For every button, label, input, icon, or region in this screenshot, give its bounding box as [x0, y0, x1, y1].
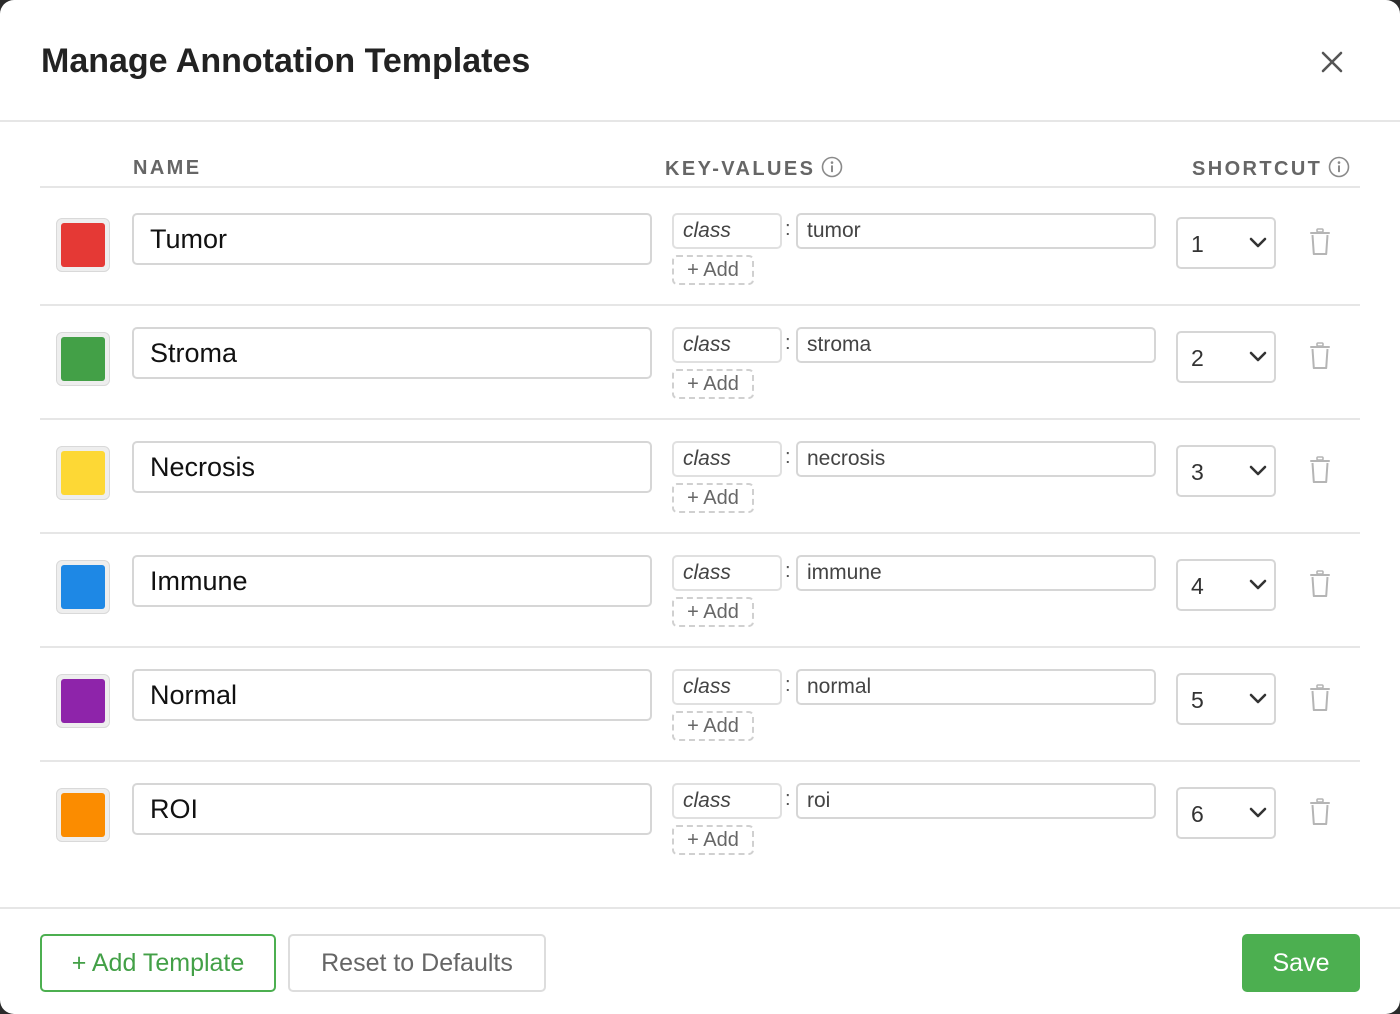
kv-value-input[interactable]	[796, 327, 1156, 363]
template-row: : + Add 6	[40, 762, 1360, 876]
color-swatch-fill	[61, 565, 105, 609]
shortcut-select[interactable]: 4	[1176, 559, 1276, 611]
template-name-input[interactable]	[132, 555, 652, 607]
add-key-value-button[interactable]: + Add	[672, 711, 754, 741]
shortcut-select[interactable]: 1	[1176, 217, 1276, 269]
shortcut-value: 5	[1191, 687, 1204, 713]
chevron-down-icon	[1249, 237, 1267, 248]
save-button[interactable]: Save	[1242, 934, 1360, 992]
column-header-shortcut-label: SHORTCUT	[1192, 158, 1323, 180]
add-key-value-button[interactable]: + Add	[672, 825, 754, 855]
kv-key-input[interactable]	[672, 669, 782, 705]
chevron-down-icon	[1249, 579, 1267, 590]
chevron-down-icon	[1249, 693, 1267, 704]
shortcut-value: 6	[1191, 801, 1204, 827]
add-template-button[interactable]: + Add Template	[40, 934, 276, 992]
shortcut-select[interactable]: 6	[1176, 787, 1276, 839]
trash-icon[interactable]	[1308, 342, 1332, 370]
kv-key-input[interactable]	[672, 327, 782, 363]
color-swatch[interactable]	[56, 560, 110, 614]
column-header-shortcut: SHORTCUT	[1192, 156, 1350, 181]
manage-templates-dialog: Manage Annotation Templates NAME KEY-VAL…	[0, 0, 1400, 1014]
column-header-key-values-label: KEY-VALUES	[665, 158, 816, 180]
color-swatch-fill	[61, 679, 105, 723]
template-name-input[interactable]	[132, 327, 652, 379]
dialog-title: Manage Annotation Templates	[41, 42, 531, 80]
reset-defaults-button[interactable]: Reset to Defaults	[288, 934, 546, 992]
shortcut-value: 1	[1191, 231, 1204, 257]
shortcut-select[interactable]: 2	[1176, 331, 1276, 383]
kv-key-input[interactable]	[672, 555, 782, 591]
kv-separator: :	[785, 674, 791, 696]
add-key-value-button[interactable]: + Add	[672, 597, 754, 627]
info-icon[interactable]	[1328, 156, 1350, 178]
trash-icon[interactable]	[1308, 684, 1332, 712]
kv-separator: :	[785, 788, 791, 810]
info-icon[interactable]	[821, 156, 843, 178]
kv-value-input[interactable]	[796, 213, 1156, 249]
color-swatch-fill	[61, 793, 105, 837]
kv-separator: :	[785, 446, 791, 468]
kv-key-input[interactable]	[672, 783, 782, 819]
shortcut-value: 4	[1191, 573, 1204, 599]
add-key-value-button[interactable]: + Add	[672, 369, 754, 399]
add-key-value-button[interactable]: + Add	[672, 255, 754, 285]
color-swatch[interactable]	[56, 788, 110, 842]
column-header-key-values: KEY-VALUES	[665, 156, 843, 181]
template-row: : + Add 1	[40, 192, 1360, 306]
color-swatch[interactable]	[56, 218, 110, 272]
trash-icon[interactable]	[1308, 456, 1332, 484]
color-swatch-fill	[61, 223, 105, 267]
table-header: NAME KEY-VALUES SHORTCUT	[40, 150, 1360, 188]
kv-key-input[interactable]	[672, 441, 782, 477]
kv-value-input[interactable]	[796, 783, 1156, 819]
template-name-input[interactable]	[132, 783, 652, 835]
color-swatch[interactable]	[56, 332, 110, 386]
dialog-header: Manage Annotation Templates	[0, 0, 1400, 122]
trash-icon[interactable]	[1308, 798, 1332, 826]
kv-value-input[interactable]	[796, 669, 1156, 705]
shortcut-select[interactable]: 5	[1176, 673, 1276, 725]
template-row: : + Add 4	[40, 534, 1360, 648]
template-row: : + Add 3	[40, 420, 1360, 534]
template-list: : + Add 1 : + Add 2 :	[40, 192, 1360, 876]
color-swatch[interactable]	[56, 674, 110, 728]
trash-icon[interactable]	[1308, 570, 1332, 598]
color-swatch[interactable]	[56, 446, 110, 500]
template-row: : + Add 5	[40, 648, 1360, 762]
column-header-name-label: NAME	[133, 157, 202, 179]
shortcut-value: 2	[1191, 345, 1204, 371]
template-name-input[interactable]	[132, 441, 652, 493]
kv-value-input[interactable]	[796, 555, 1156, 591]
template-name-input[interactable]	[132, 213, 652, 265]
kv-value-input[interactable]	[796, 441, 1156, 477]
kv-separator: :	[785, 332, 791, 354]
chevron-down-icon	[1249, 465, 1267, 476]
add-key-value-button[interactable]: + Add	[672, 483, 754, 513]
chevron-down-icon	[1249, 807, 1267, 818]
close-icon	[1321, 51, 1343, 73]
chevron-down-icon	[1249, 351, 1267, 362]
shortcut-value: 3	[1191, 459, 1204, 485]
color-swatch-fill	[61, 451, 105, 495]
kv-separator: :	[785, 218, 791, 240]
kv-separator: :	[785, 560, 791, 582]
template-row: : + Add 2	[40, 306, 1360, 420]
color-swatch-fill	[61, 337, 105, 381]
template-name-input[interactable]	[132, 669, 652, 721]
close-button[interactable]	[1314, 44, 1350, 80]
trash-icon[interactable]	[1308, 228, 1332, 256]
column-header-name: NAME	[133, 156, 202, 180]
shortcut-select[interactable]: 3	[1176, 445, 1276, 497]
kv-key-input[interactable]	[672, 213, 782, 249]
dialog-footer: + Add Template Reset to Defaults Save	[0, 907, 1400, 1014]
